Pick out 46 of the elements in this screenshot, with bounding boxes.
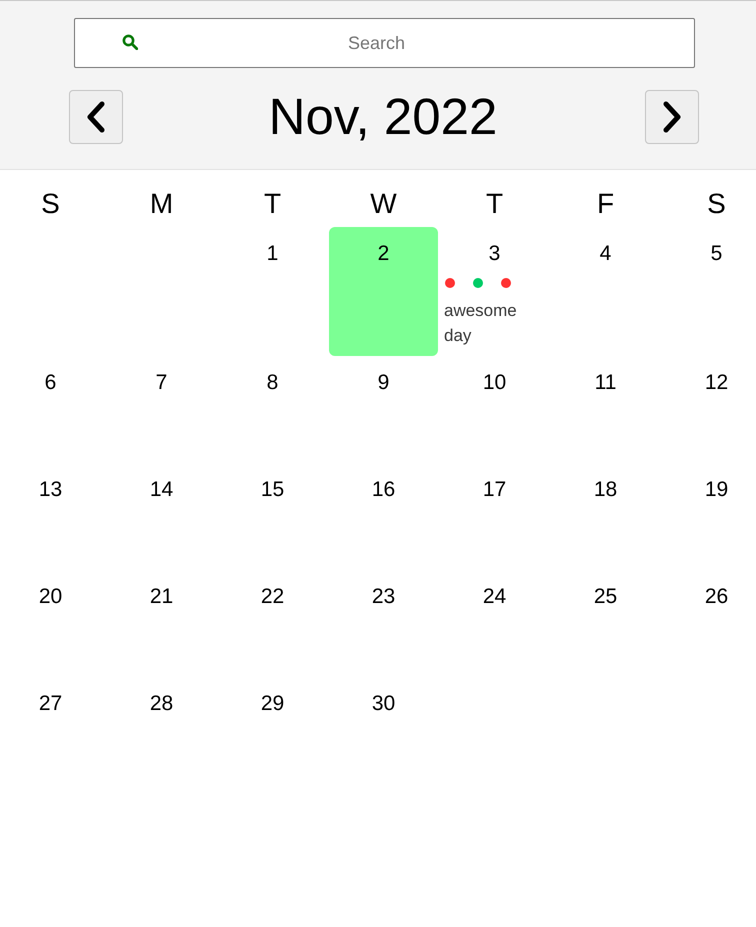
day-number[interactable]: 10 [482, 370, 506, 396]
day-number[interactable]: 22 [260, 584, 284, 610]
weekday-label: T [264, 187, 282, 221]
search-icon [122, 34, 138, 50]
day-number[interactable]: 13 [38, 477, 62, 503]
day-number[interactable]: 5 [710, 241, 722, 267]
search-field[interactable]: Search [74, 18, 695, 68]
day-number[interactable]: 30 [372, 691, 396, 717]
day-number[interactable]: 17 [482, 477, 506, 503]
day-number[interactable]: 14 [150, 477, 174, 503]
day-number[interactable]: 2 [378, 241, 390, 267]
day-number[interactable]: 6 [44, 370, 56, 396]
previous-month-button[interactable] [69, 90, 123, 144]
day-number[interactable]: 9 [378, 370, 390, 396]
selected-day-highlight[interactable]: 2 [329, 227, 438, 356]
day-number[interactable]: 16 [372, 477, 396, 503]
day-number[interactable]: 3 [488, 241, 500, 267]
chevron-left-icon [86, 101, 106, 133]
chevron-right-icon [662, 101, 682, 133]
day-number[interactable]: 20 [38, 584, 62, 610]
day-number[interactable]: 11 [594, 370, 616, 396]
weekday-label: W [370, 187, 397, 221]
day-number[interactable]: 7 [156, 370, 168, 396]
event-note: awesome day [444, 300, 518, 347]
weekday-label: T [486, 187, 504, 221]
month-title: Nov, 2022 [268, 87, 498, 147]
day-number[interactable]: 8 [266, 370, 278, 396]
day-number[interactable]: 1 [266, 241, 278, 267]
weekday-label: F [596, 187, 614, 221]
day-number[interactable]: 26 [704, 584, 728, 610]
day-number[interactable]: 4 [600, 241, 612, 267]
day-number[interactable]: 23 [372, 584, 396, 610]
day-number[interactable]: 25 [594, 584, 618, 610]
day-number[interactable]: 19 [704, 477, 728, 503]
day-number[interactable]: 21 [150, 584, 174, 610]
weekday-label: S [41, 187, 60, 221]
next-month-button[interactable] [645, 90, 699, 144]
day-number[interactable]: 27 [38, 691, 62, 717]
day-number[interactable]: 24 [482, 584, 506, 610]
weekday-label: S [707, 187, 726, 221]
day-number[interactable]: 29 [260, 691, 284, 717]
day-number[interactable]: 12 [704, 370, 728, 396]
weekday-label: M [150, 187, 174, 221]
day-number[interactable]: 18 [594, 477, 618, 503]
day-number[interactable]: 28 [150, 691, 174, 717]
day-number[interactable]: 15 [260, 477, 284, 503]
